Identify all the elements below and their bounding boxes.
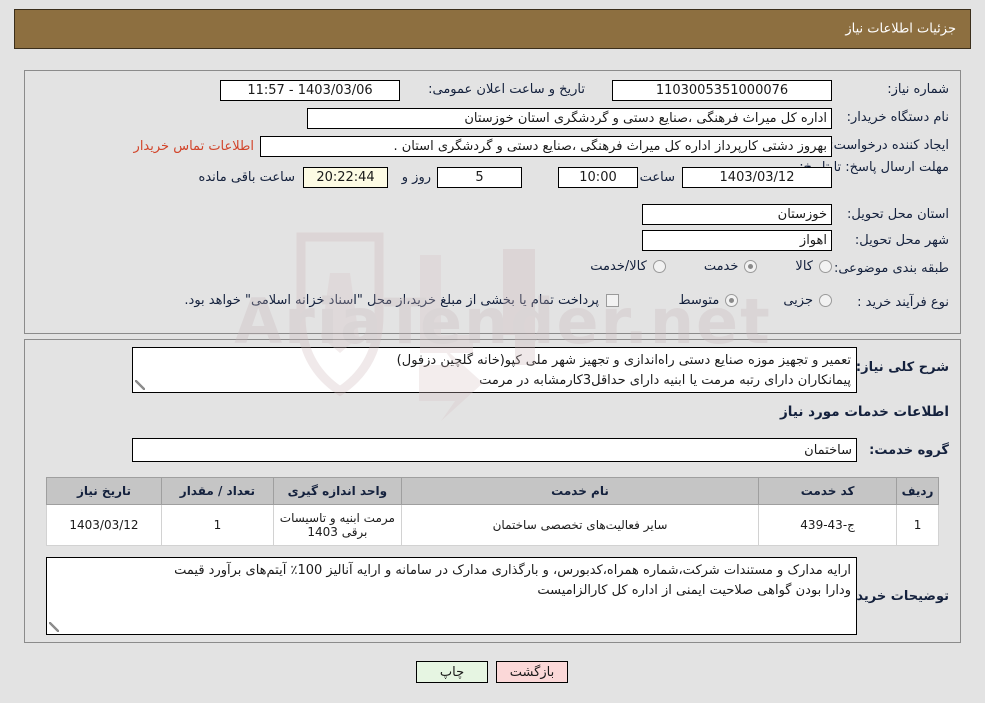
buyer-contact-link[interactable]: اطلاعات تماس خریدار xyxy=(134,139,254,154)
buyer-org-label: نام دستگاه خریدار: xyxy=(846,110,949,125)
cell-row-no: 1 xyxy=(896,504,939,546)
remaining-days-field: 5 xyxy=(437,167,522,188)
need-number-field: 1103005351000076 xyxy=(612,80,832,101)
remaining-time-field: 20:22:44 xyxy=(303,167,388,188)
col-service-name: نام خدمت xyxy=(400,477,760,505)
category-option-kala[interactable]: کالا xyxy=(795,259,832,274)
cell-need-date: 1403/03/12 xyxy=(46,504,162,546)
page-header-bar: جزئیات اطلاعات نیاز xyxy=(14,9,971,49)
cell-service-code: ج-43-439 xyxy=(758,504,898,546)
need-number-row: شماره نیاز: xyxy=(887,82,949,97)
category-option-kala-khedmat-label: کالا/خدمت xyxy=(590,259,647,274)
process-option-jozee[interactable]: جزیی xyxy=(783,293,832,308)
radio-jozee-icon[interactable] xyxy=(819,294,832,307)
province-label: استان محل تحویل: xyxy=(847,207,949,222)
treasury-checkbox-label: پرداخت تمام یا بخشی از مبلغ خرید،از محل … xyxy=(184,293,599,308)
process-option-motavaset[interactable]: متوسط xyxy=(678,293,739,308)
category-option-kala-label: کالا xyxy=(795,259,813,274)
province-field: خوزستان xyxy=(642,204,832,225)
process-type-label: نوع فرآیند خرید : xyxy=(857,295,949,310)
service-group-field: ساختمان xyxy=(132,438,857,462)
announce-datetime-field: 1403/03/06 - 11:57 xyxy=(220,80,400,101)
col-need-date: تاریخ نیاز xyxy=(46,477,162,505)
category-option-kala-khedmat[interactable]: کالا/خدمت xyxy=(590,259,666,274)
buyer-notes-textarea[interactable]: ارایه مدارک و مستندات شرکت،شماره همراه،ک… xyxy=(46,557,857,635)
cell-quantity: 1 xyxy=(160,504,274,546)
radio-kala-icon[interactable] xyxy=(819,260,832,273)
description-label: شرح کلی نیاز: xyxy=(855,360,949,375)
announce-datetime-label: تاریخ و ساعت اعلان عمومی: xyxy=(428,82,585,97)
requester-label: ایجاد کننده درخواست: xyxy=(829,138,949,153)
radio-motavaset-icon[interactable] xyxy=(725,294,739,307)
remaining-days-label: روز و xyxy=(401,170,431,185)
radio-khedmat-icon[interactable] xyxy=(744,260,758,273)
cell-service-name: سایر فعالیت‌های تخصصی ساختمان xyxy=(400,504,760,546)
requester-field: بهروز دشتی کارپرداز اداره کل میراث فرهنگ… xyxy=(260,136,832,157)
buyer-org-row: نام دستگاه خریدار: xyxy=(847,110,949,125)
category-option-khedmat[interactable]: خدمت xyxy=(704,259,758,274)
process-option-motavaset-label: متوسط xyxy=(678,293,720,308)
need-number-label: شماره نیاز: xyxy=(887,82,949,97)
process-type-radio-group: جزیی متوسط xyxy=(678,293,832,308)
deadline-date-field: 1403/03/12 xyxy=(682,167,832,188)
table-row: 1 ج-43-439 سایر فعالیت‌های تخصصی ساختمان… xyxy=(46,504,939,546)
category-label: طبقه بندی موضوعی: xyxy=(833,261,949,276)
col-unit: واحد اندازه گیری xyxy=(272,477,402,505)
page-title: جزئیات اطلاعات نیاز xyxy=(845,21,956,37)
page-root: جزئیات اطلاعات نیاز شماره نیاز: 11030053… xyxy=(0,0,985,703)
remaining-time-label: ساعت باقی مانده xyxy=(198,170,295,185)
services-table: ردیف کد خدمت نام خدمت واحد اندازه گیری ت… xyxy=(46,477,939,546)
buyer-org-field: اداره کل میراث فرهنگی ،صنایع دستی و گردش… xyxy=(307,108,832,129)
services-section-heading: اطلاعات خدمات مورد نیاز xyxy=(779,404,949,420)
city-label: شهر محل تحویل: xyxy=(854,233,949,248)
back-button[interactable]: بازگشت xyxy=(496,661,568,683)
col-quantity: تعداد / مقدار xyxy=(160,477,274,505)
treasury-checkbox-icon[interactable] xyxy=(606,294,619,307)
city-field: اهواز xyxy=(642,230,832,251)
description-textarea[interactable]: تعمیر و تجهیز موزه صنایع دستی راه‌اندازی… xyxy=(132,347,857,393)
announce-datetime-row: تاریخ و ساعت اعلان عمومی: xyxy=(428,82,585,97)
col-service-code: کد خدمت xyxy=(758,477,898,505)
process-option-jozee-label: جزیی xyxy=(783,293,813,308)
print-button[interactable]: چاپ xyxy=(416,661,488,683)
deadline-hour-field: 10:00 xyxy=(558,167,638,188)
requester-row: ایجاد کننده درخواست: xyxy=(829,138,949,153)
category-radio-group: کالا خدمت کالا/خدمت xyxy=(590,259,832,274)
category-option-khedmat-label: خدمت xyxy=(703,259,739,274)
deadline-hour-label: ساعت xyxy=(639,170,675,185)
treasury-checkbox-row[interactable]: پرداخت تمام یا بخشی از مبلغ خرید،از محل … xyxy=(184,293,619,308)
service-group-label: گروه خدمت: xyxy=(869,443,949,458)
radio-kala-khedmat-icon[interactable] xyxy=(652,260,666,273)
table-header-row: ردیف کد خدمت نام خدمت واحد اندازه گیری ت… xyxy=(46,477,939,505)
cell-unit: مرمت ابنیه و تاسیسات برقی 1403 xyxy=(272,504,402,546)
col-row-no: ردیف xyxy=(896,477,939,505)
